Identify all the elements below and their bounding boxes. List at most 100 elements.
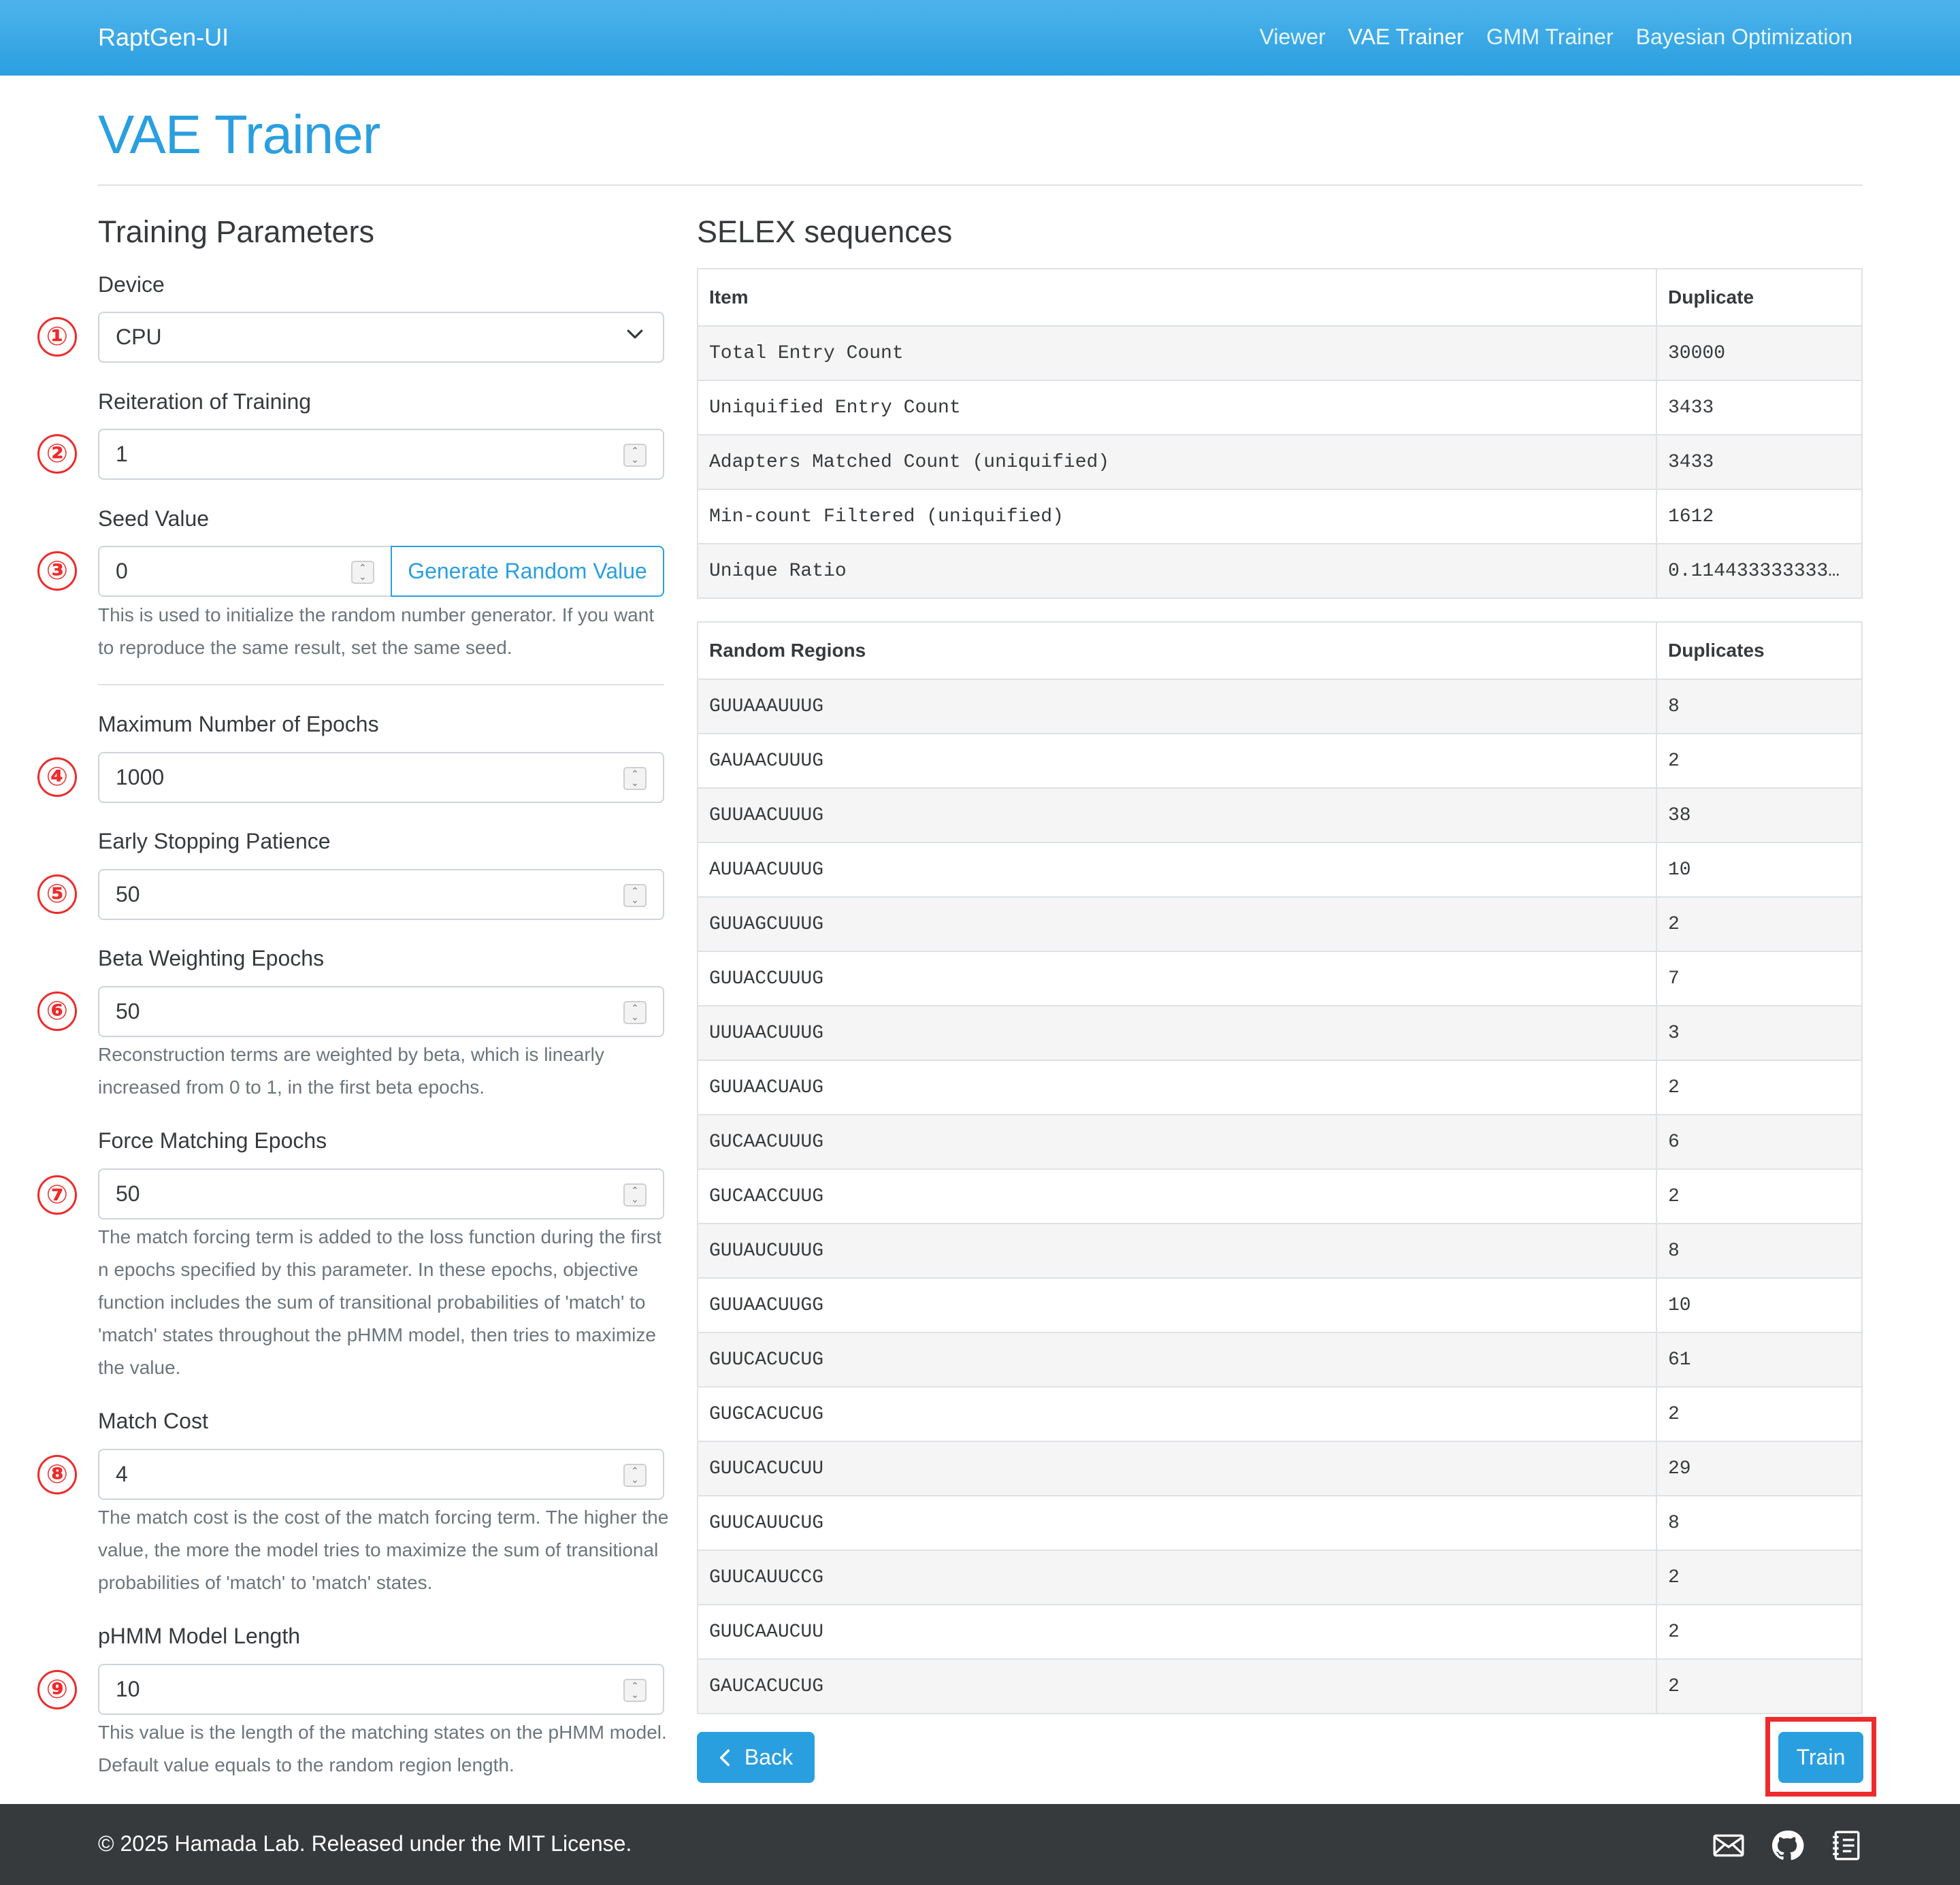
table-row: GUUCACUCUG 61	[698, 1332, 1862, 1388]
duplicates-cell: 8	[1656, 1224, 1862, 1279]
table-row: GUUCAUUCUG 8	[698, 1496, 1862, 1551]
beta-epochs-input[interactable]: 50 ⌃ ⌄	[98, 986, 664, 1037]
back-button[interactable]: Back	[697, 1732, 815, 1783]
marker-6: ⑥	[37, 991, 77, 1031]
duplicates-cell: 2	[1656, 1550, 1862, 1605]
nav-link-bayesian-optimization[interactable]: Bayesian Optimization	[1636, 24, 1852, 50]
marker-1: ①	[37, 317, 77, 357]
navbar: RaptGen-UI Viewer VAE Trainer GMM Traine…	[0, 0, 1960, 76]
device-select[interactable]: CPU	[98, 312, 664, 363]
table-row: GUUCAAUCUU 2	[698, 1605, 1862, 1660]
sequence-cell: GAUAACUUUG	[698, 734, 1656, 789]
table-row: GUCAACCUUG 2	[698, 1169, 1862, 1224]
sequence-cell: GUUCAUUCUG	[698, 1496, 1656, 1551]
github-icon[interactable]	[1770, 1829, 1804, 1863]
brand-link[interactable]: RaptGen-UI	[98, 23, 229, 52]
duplicates-cell: 7	[1656, 951, 1862, 1006]
duplicates-cell: 2	[1656, 1060, 1862, 1115]
max-epochs-label: Maximum Number of Epochs	[98, 712, 379, 736]
duplicates-cell: 2	[1656, 1659, 1862, 1714]
sequence-cell: GUUAACUUUG	[698, 788, 1656, 843]
selex-sequences-title: SELEX sequences	[697, 214, 953, 249]
max-epochs-input[interactable]: 1000 ⌃ ⌄	[98, 752, 664, 803]
table-row: UUUAACUUUG 3	[698, 1006, 1862, 1061]
table-row: GUGCACUCUG 2	[698, 1387, 1862, 1442]
nav-link-viewer[interactable]: Viewer	[1260, 24, 1326, 50]
number-spinner[interactable]: ⌃ ⌄	[623, 1001, 647, 1024]
sequence-cell: GUUAACUAUG	[698, 1060, 1656, 1115]
copyright-text: © 2025 Hamada Lab. Released under the MI…	[98, 1831, 632, 1856]
beta-epochs-help-text: Reconstruction terms are weighted by bet…	[98, 1044, 604, 1098]
reiteration-input[interactable]: 1 ⌃ ⌄	[98, 429, 664, 480]
footer-icons	[1712, 1829, 1863, 1863]
duplicates-cell: 10	[1656, 1278, 1862, 1333]
table-row: GUUACCUUUG 7	[698, 951, 1862, 1006]
beta-epochs-value: 50	[116, 999, 140, 1023]
table-row: Min-count Filtered (uniquified) 1612	[698, 489, 1862, 544]
sequence-cell: GAUCACUCUG	[698, 1659, 1656, 1714]
nav-links: Viewer VAE Trainer GMM Trainer Bayesian …	[1260, 24, 1852, 50]
number-spinner[interactable]: ⌃ ⌄	[623, 1464, 647, 1487]
reiteration-label: Reiteration of Training	[98, 389, 312, 414]
duplicates-cell: 29	[1656, 1441, 1862, 1496]
seed-label: Seed Value	[98, 506, 210, 531]
nav-link-vae-trainer[interactable]: VAE Trainer	[1348, 24, 1464, 50]
duplicates-cell: 2	[1656, 1605, 1862, 1660]
phmm-length-help-text: This value is the length of the matching…	[98, 1722, 667, 1775]
number-spinner[interactable]: ⌃ ⌄	[623, 444, 647, 467]
seed-value: 0	[116, 559, 128, 583]
number-spinner[interactable]: ⌃ ⌄	[623, 884, 647, 907]
phmm-length-label: pHMM Model Length	[98, 1624, 301, 1648]
summary-item: Total Entry Count	[698, 326, 1656, 381]
mail-icon[interactable]	[1712, 1829, 1746, 1863]
duplicates-cell: 2	[1656, 734, 1862, 789]
seed-input[interactable]: 0 ⌃ ⌄	[98, 546, 392, 597]
duplicates-cell: 2	[1656, 1169, 1862, 1224]
force-matching-help-text: The match forcing term is added to the l…	[98, 1226, 662, 1378]
early-stopping-input[interactable]: 50 ⌃ ⌄	[98, 869, 664, 920]
number-spinner[interactable]: ⌃ ⌄	[351, 561, 374, 584]
sequence-cell: GUUAUCUUUG	[698, 1224, 1656, 1279]
sequence-cell: GUUCACUCUU	[698, 1441, 1656, 1496]
divider	[98, 684, 664, 685]
table-row: Total Entry Count 30000	[698, 326, 1862, 381]
nav-link-gmm-trainer[interactable]: GMM Trainer	[1486, 24, 1614, 50]
sequence-cell: GUGCACUCUG	[698, 1387, 1656, 1442]
summary-item: Unique Ratio	[698, 544, 1656, 599]
table-row: GUUAACUAUG 2	[698, 1060, 1862, 1115]
table-row: GUUAACUUGG 10	[698, 1278, 1862, 1333]
force-matching-input[interactable]: 50 ⌃ ⌄	[98, 1168, 664, 1219]
force-matching-value: 50	[116, 1181, 140, 1206]
summary-value: 0.114433333333…	[1656, 544, 1862, 599]
summary-value: 3433	[1656, 435, 1862, 490]
document-icon[interactable]	[1829, 1829, 1863, 1863]
table-row: Unique Ratio 0.114433333333…	[698, 544, 1862, 599]
table-row: GUUCAUUCCG 2	[698, 1550, 1862, 1605]
table-row: GUUAAAUUUG 8	[698, 679, 1862, 734]
chevron-down-icon	[627, 329, 643, 339]
number-spinner[interactable]: ⌃ ⌄	[623, 1679, 647, 1702]
number-spinner[interactable]: ⌃ ⌄	[623, 1183, 647, 1207]
number-spinner[interactable]: ⌃ ⌄	[623, 767, 647, 790]
duplicates-cell: 61	[1656, 1332, 1862, 1388]
marker-5: ⑤	[37, 874, 77, 914]
train-button[interactable]: Train	[1778, 1732, 1863, 1783]
duplicates-cell: 2	[1656, 897, 1862, 952]
table-row: Adapters Matched Count (uniquified) 3433	[698, 435, 1862, 490]
match-cost-input[interactable]: 4 ⌃ ⌄	[98, 1449, 664, 1500]
table-row: Uniquified Entry Count 3433	[698, 380, 1862, 436]
summary-item: Adapters Matched Count (uniquified)	[698, 435, 1656, 490]
sequence-cell: GUUCACUCUG	[698, 1332, 1656, 1388]
duplicates-cell: 6	[1656, 1115, 1862, 1170]
back-button-label: Back	[744, 1745, 794, 1769]
summary-item: Uniquified Entry Count	[698, 380, 1656, 436]
generate-random-value-button[interactable]: Generate Random Value	[391, 546, 664, 597]
phmm-length-input[interactable]: 10 ⌃ ⌄	[98, 1664, 664, 1715]
max-epochs-value: 1000	[116, 765, 165, 789]
duplicates-cell: 2	[1656, 1387, 1862, 1442]
column-header-random-regions: Random Regions	[698, 622, 1656, 680]
match-cost-value: 4	[116, 1462, 128, 1486]
random-regions-table: Random Regions Duplicates GUUAAAUUUG 8 GA…	[697, 621, 1863, 1714]
marker-2: ②	[37, 434, 77, 474]
table-row: AUUAACUUUG 10	[698, 842, 1862, 898]
